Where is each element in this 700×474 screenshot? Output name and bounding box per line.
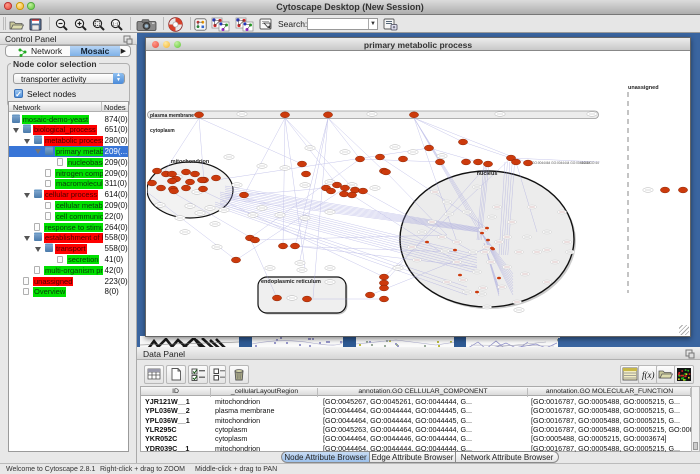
svg-text:plasma membrane: plasma membrane bbox=[150, 113, 194, 119]
svg-text:mitochondrion: mitochondrion bbox=[171, 159, 210, 165]
svg-text:endoplasmic reticulum: endoplasmic reticulum bbox=[261, 279, 321, 285]
svg-text:cytoplasm: cytoplasm bbox=[150, 128, 175, 134]
svg-text:unassigned: unassigned bbox=[628, 85, 659, 91]
svg-text:nucleus: nucleus bbox=[477, 171, 498, 177]
svg-text:GO:44: GO:44 bbox=[581, 161, 591, 165]
svg-text:f(x): f(x) bbox=[642, 370, 655, 380]
svg-text:1:1: 1:1 bbox=[112, 21, 119, 26]
